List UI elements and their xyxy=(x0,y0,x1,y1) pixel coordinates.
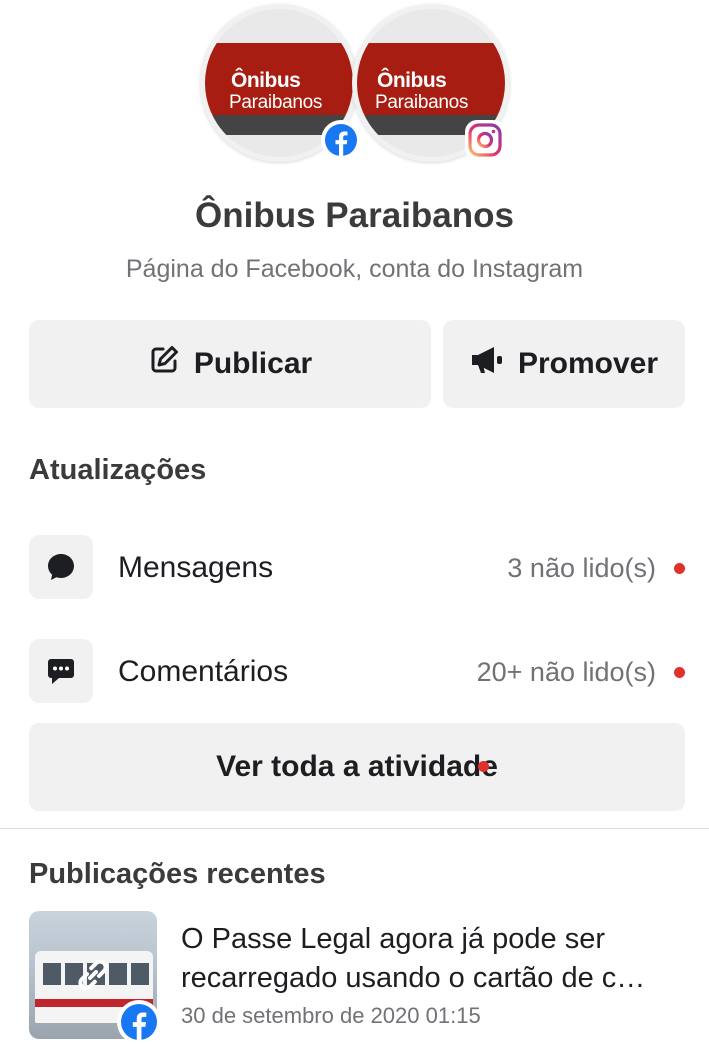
comment-bubble-icon xyxy=(29,639,93,703)
logo-text-line1: Ônibus xyxy=(377,69,447,92)
page-subtitle: Página do Facebook, conta do Instagram xyxy=(125,255,584,283)
updates-row-label: Comentários xyxy=(118,655,289,688)
facebook-icon xyxy=(117,1000,161,1044)
updates-row-label: Mensagens xyxy=(118,551,274,584)
publish-button-label: Publicar xyxy=(193,347,313,380)
section-divider xyxy=(0,828,709,829)
updates-section-title: Atualizações xyxy=(29,454,207,486)
instagram-icon xyxy=(467,122,503,158)
facebook-icon xyxy=(323,122,359,158)
megaphone-icon xyxy=(470,345,504,383)
post-date: 30 de setembro de 2020 01:15 xyxy=(181,1003,481,1028)
unread-indicator-dot xyxy=(674,667,685,678)
unread-indicator-dot xyxy=(674,563,685,574)
edit-icon xyxy=(148,344,180,384)
post-text: O Passe Legal agora já pode ser recarreg… xyxy=(181,923,646,994)
promote-button-label: Promover xyxy=(517,347,659,380)
unread-count: 20+ não lido(s) xyxy=(476,657,656,687)
see-all-activity-label: Ver toda a atividade xyxy=(216,750,498,783)
logo-text-line2: Paraibanos xyxy=(229,92,323,113)
promote-button[interactable]: Promover xyxy=(443,320,685,408)
unread-count: 3 não lido(s) xyxy=(507,553,656,583)
logo-text-line1: Ônibus xyxy=(231,69,301,92)
recent-posts-section-title: Publicações recentes xyxy=(29,858,326,890)
publish-button[interactable]: Publicar xyxy=(29,320,431,408)
see-all-activity-button[interactable]: Ver toda a atividade xyxy=(29,723,685,811)
link-icon xyxy=(73,955,113,1000)
activity-indicator-dot xyxy=(478,761,489,772)
page-title: Ônibus Paraibanos xyxy=(195,196,514,235)
message-bubble-icon xyxy=(29,535,93,599)
logo-text-line2: Paraibanos xyxy=(375,92,469,113)
